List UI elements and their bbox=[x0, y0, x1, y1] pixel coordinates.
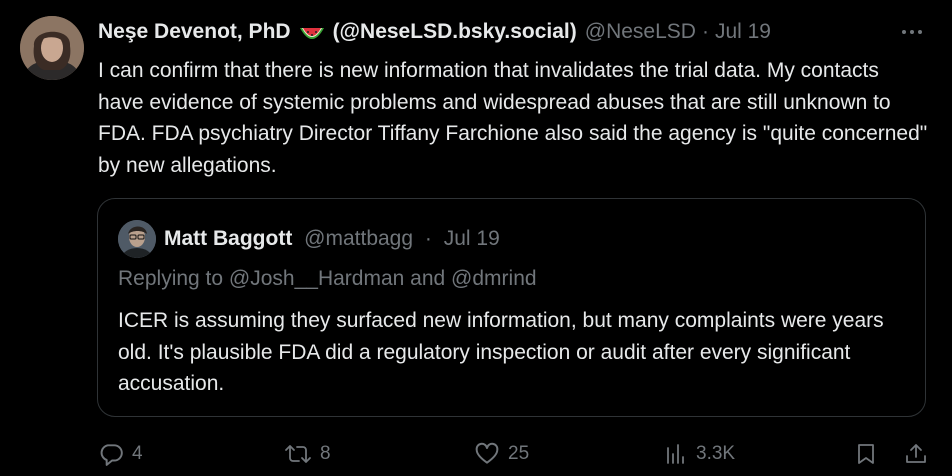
post-text: I can confirm that there is new informat… bbox=[98, 59, 928, 177]
reply-prefix: Replying to bbox=[118, 267, 224, 290]
quote-author-name[interactable]: Matt Baggott bbox=[164, 227, 292, 250]
quote-header: Matt Baggott @mattbagg · Jul 19 bbox=[164, 224, 500, 254]
post-header: Neşe Devenot, PhD (@NeseLSD.bsky.social)… bbox=[98, 17, 771, 47]
heart-icon bbox=[475, 442, 499, 464]
bookmark-button[interactable] bbox=[854, 438, 878, 470]
header-separator: · bbox=[701, 20, 709, 43]
reply-button[interactable]: 4 bbox=[98, 438, 143, 470]
reply-count: 4 bbox=[132, 443, 143, 464]
author-handle[interactable]: @NeseLSD bbox=[585, 17, 696, 47]
quote-text: ICER is assuming they surfaced new infor… bbox=[118, 309, 884, 395]
repost-icon bbox=[285, 445, 311, 463]
avatar-image bbox=[20, 16, 84, 80]
quote-date[interactable]: Jul 19 bbox=[444, 227, 500, 250]
author-avatar[interactable] bbox=[20, 16, 84, 80]
like-button[interactable]: 25 bbox=[474, 438, 529, 470]
quote-author-avatar[interactable] bbox=[118, 220, 156, 258]
share-button[interactable] bbox=[904, 438, 928, 470]
post-date[interactable]: Jul 19 bbox=[715, 17, 771, 47]
reply-and: and bbox=[410, 267, 446, 290]
action-bar: 4 8 25 3.3K bbox=[98, 438, 928, 470]
view-count: 3.3K bbox=[696, 443, 736, 464]
more-dots-icon[interactable] bbox=[900, 22, 924, 42]
reply-mention-1[interactable]: @Josh__Hardman bbox=[229, 267, 404, 290]
quote-separator: · bbox=[424, 227, 432, 250]
author-alt-handle: (@NeseLSD.bsky.social) bbox=[332, 20, 577, 43]
quote-avatar-image bbox=[118, 220, 156, 258]
quote-author-handle[interactable]: @mattbagg bbox=[304, 227, 413, 250]
reply-icon bbox=[100, 444, 123, 466]
repost-count: 8 bbox=[320, 443, 331, 464]
repost-button[interactable]: 8 bbox=[284, 438, 331, 470]
watermelon-icon bbox=[299, 23, 325, 43]
author-display-name[interactable]: Neşe Devenot, PhD bbox=[98, 17, 291, 47]
quoted-post-card[interactable]: Matt Baggott @mattbagg · Jul 19 Replying… bbox=[97, 198, 926, 417]
replying-to-line: Replying to @Josh__Hardman and @dmrind bbox=[118, 264, 537, 294]
like-count: 25 bbox=[508, 443, 530, 464]
share-icon bbox=[906, 444, 926, 463]
views-button[interactable]: 3.3K bbox=[664, 438, 735, 470]
bookmark-icon bbox=[858, 444, 874, 464]
reply-mention-2[interactable]: @dmrind bbox=[451, 267, 537, 290]
views-chart-icon bbox=[667, 444, 684, 464]
